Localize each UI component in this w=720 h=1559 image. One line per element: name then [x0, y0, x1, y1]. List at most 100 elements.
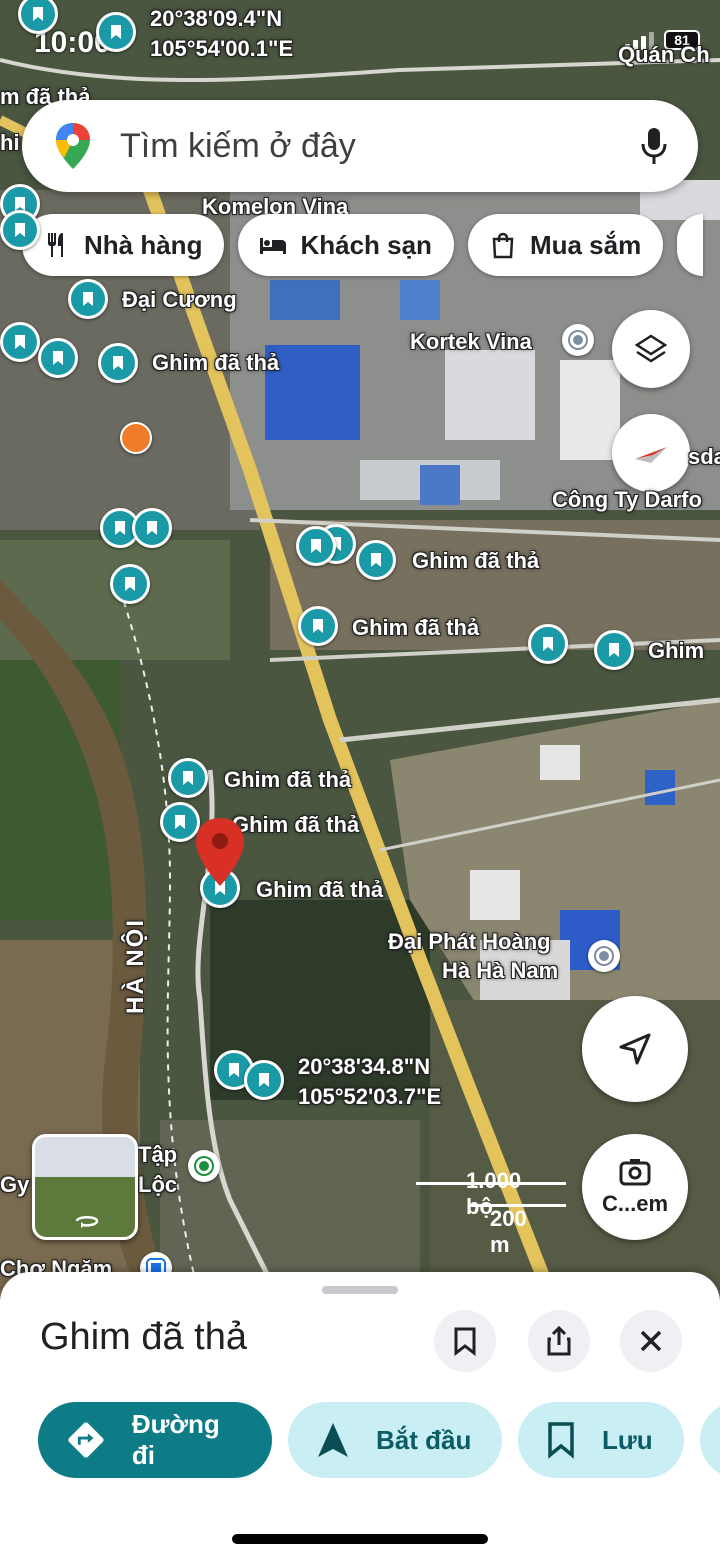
layers-icon [634, 334, 668, 363]
chip-hotels[interactable]: Khách sạn [238, 214, 454, 276]
directions-icon [68, 1422, 104, 1458]
close-icon [640, 1330, 662, 1352]
camera-label: C...em [601, 1191, 669, 1216]
share-button[interactable] [528, 1310, 590, 1372]
directions-label: Đường đi [131, 1409, 220, 1470]
bookmark-icon [259, 1073, 269, 1087]
poi-marker[interactable] [562, 324, 594, 356]
place-title: Ghim đã thả [40, 1316, 247, 1358]
place-label: Kortek Vina [410, 329, 532, 354]
bookmark-icon [229, 1063, 239, 1077]
start-label: Bắt đầu [376, 1424, 472, 1455]
google-maps-logo-icon [56, 123, 90, 169]
dropped-pin-marker[interactable] [38, 338, 78, 378]
bookmark-icon [313, 619, 323, 633]
compass-icon [635, 447, 667, 463]
sheet-drag-handle[interactable] [322, 1286, 398, 1294]
pin-label: Ghim đã thả [352, 615, 480, 640]
bookmark-icon [183, 771, 193, 785]
start-navigation-button[interactable]: Bắt đầu [288, 1402, 502, 1478]
dropped-pin-marker[interactable] [594, 630, 634, 670]
place-label: Gy [0, 1172, 30, 1197]
dropped-pin-marker[interactable] [0, 210, 40, 250]
bookmark-icon [175, 815, 185, 829]
dropped-pin-marker[interactable] [98, 343, 138, 383]
layers-button[interactable] [612, 310, 690, 388]
pin-label: Ghim đã thả [152, 350, 280, 375]
dropped-pin-marker[interactable] [0, 322, 40, 362]
chip-restaurants[interactable]: Nhà hàng [22, 214, 225, 276]
dropped-pin-marker[interactable] [132, 508, 172, 548]
navigation-arrow-icon [619, 1033, 651, 1065]
coordinate-label-lat: 20°38'09.4"N [150, 6, 283, 31]
microphone-icon[interactable] [638, 126, 670, 166]
lens-camera-button[interactable]: C...em [582, 1134, 688, 1240]
map-view[interactable]: 10:00 81 20°38'09.4"N 105°54'00.1"E Quán… [0, 0, 720, 1320]
scale-metric: 200 m [490, 1206, 527, 1257]
place-bottom-sheet: Ghim đã thả Đường đi Bắt đầu Lưu [0, 1272, 720, 1559]
chip-shopping[interactable]: Mua sắm [467, 214, 664, 276]
dropped-pin-marker[interactable] [298, 606, 338, 646]
save-button[interactable]: Lưu [518, 1402, 684, 1478]
bookmark-icon [311, 539, 321, 553]
bookmark-icon [111, 25, 121, 39]
place-label: Tập [138, 1142, 178, 1167]
place-label: Quán Ch [618, 42, 710, 67]
pin-label: Ghim [648, 638, 705, 663]
bookmark-icon [113, 356, 123, 370]
search-input[interactable]: Tìm kiếm ở đây [120, 127, 638, 166]
close-button[interactable] [620, 1310, 682, 1372]
pin-label: Ghim đã thả [224, 767, 352, 792]
place-label: Đại Cương [122, 287, 237, 312]
more-actions-chip[interactable] [700, 1402, 720, 1478]
poi-marker-green[interactable] [188, 1150, 220, 1182]
category-chips: Nhà hàng Khách sạn Mua sắm [22, 214, 704, 276]
rotate-360-icon [75, 1216, 99, 1228]
directions-button[interactable]: Đường đi [38, 1402, 272, 1478]
pin-label: Ghim đã thả [256, 877, 384, 902]
coordinate-label-lng: 105°54'00.1"E [150, 36, 294, 61]
dropped-pin-marker[interactable] [96, 12, 136, 52]
place-label: Hà Hà Nam [442, 958, 559, 983]
bookmark-icon [543, 637, 553, 651]
search-bar[interactable]: Tìm kiếm ở đây [22, 100, 698, 192]
bookmark-icon [33, 7, 43, 21]
bookmark-icon [454, 1327, 476, 1356]
restaurant-poi-icon[interactable] [120, 422, 152, 454]
save-icon-button[interactable] [434, 1310, 496, 1372]
chip-label: Khách sạn [300, 229, 432, 260]
place-label: sda [688, 444, 720, 469]
region-label: HÀ NỘI [122, 918, 149, 1014]
dropped-pin-marker[interactable] [244, 1060, 284, 1100]
dropped-pin-marker[interactable] [110, 564, 150, 604]
bed-icon [260, 238, 287, 254]
bookmark-icon [147, 521, 157, 535]
chip-more[interactable] [677, 214, 704, 276]
dropped-pin-marker[interactable] [168, 758, 208, 798]
place-label: Lộc [138, 1172, 178, 1197]
bookmark-icon [125, 577, 135, 591]
bookmark-icon [15, 223, 25, 237]
red-location-pin-icon [196, 818, 244, 886]
chip-label: Mua sắm [529, 229, 642, 260]
dropped-pin-marker[interactable] [356, 540, 396, 580]
compass-button[interactable] [612, 414, 690, 492]
bookmark-icon [548, 1422, 574, 1459]
place-label: hi [0, 130, 20, 155]
share-icon [547, 1325, 571, 1356]
dropped-pin-marker[interactable] [296, 526, 336, 566]
pin-label: Ghim đã thả [412, 548, 540, 573]
home-indicator [232, 1534, 488, 1544]
chip-label: Nhà hàng [84, 229, 203, 260]
my-location-button[interactable] [582, 996, 688, 1102]
dropped-pin-marker[interactable] [528, 624, 568, 664]
place-label: Đại Phát Hoàng [388, 929, 551, 954]
dropped-pin-marker[interactable] [68, 279, 108, 319]
navigation-arrow-icon [318, 1423, 348, 1457]
coordinate-label-lng: 105°52'03.7"E [298, 1084, 442, 1109]
poi-marker[interactable] [588, 940, 620, 972]
coordinate-label-lat: 20°38'34.8"N [298, 1054, 431, 1079]
place-label: Công Ty Darfo [552, 487, 702, 512]
street-view-thumbnail[interactable] [32, 1134, 138, 1240]
fork-knife-icon [48, 233, 63, 257]
